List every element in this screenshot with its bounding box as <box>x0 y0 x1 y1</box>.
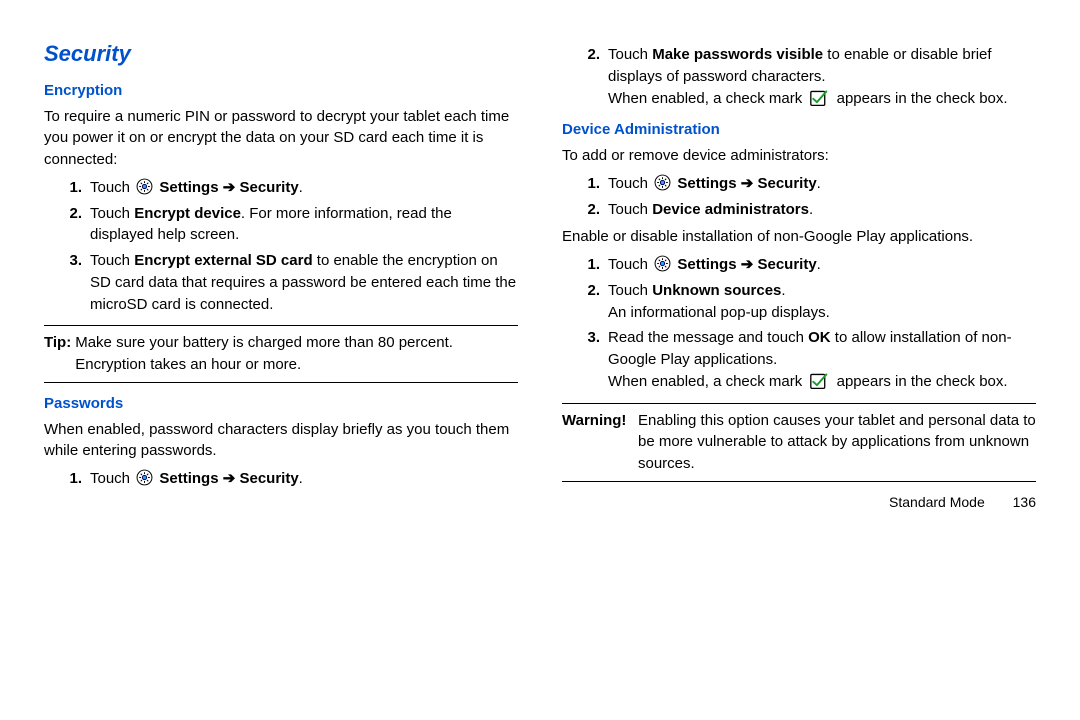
warning-box: Warning! Enabling this option causes you… <box>562 403 1036 482</box>
step-body: Touch Encrypt device. For more informati… <box>90 203 518 247</box>
device-admin-heading: Device Administration <box>562 119 1036 141</box>
encryption-steps: 1. Touch Settings ➔ Security. 2. Touch E… <box>44 177 518 316</box>
devadmin-intro2: Enable or disable installation of non-Go… <box>562 226 1036 248</box>
step-number: 1. <box>44 177 90 199</box>
step-number: 3. <box>44 250 90 315</box>
step-body: Touch Unknown sources. An informational … <box>608 280 1036 324</box>
step-body: Touch Settings ➔ Security. <box>608 173 1036 195</box>
passwords-intro: When enabled, password characters displa… <box>44 419 518 463</box>
settings-gear-icon <box>136 469 153 486</box>
settings-gear-icon <box>654 255 671 272</box>
section-title: Security <box>44 38 518 70</box>
step-body: Touch Encrypt external SD card to enable… <box>90 250 518 315</box>
step-number: 2. <box>562 280 608 324</box>
page-number: 136 <box>1013 494 1036 510</box>
step-number: 1. <box>562 173 608 195</box>
settings-gear-icon <box>136 178 153 195</box>
tip-label: Tip: <box>44 332 75 376</box>
devadmin-intro: To add or remove device administrators: <box>562 145 1036 167</box>
step-body: Touch Make passwords visible to enable o… <box>608 44 1036 109</box>
checkmark-icon <box>809 89 829 107</box>
step-number: 1. <box>44 468 90 490</box>
encryption-intro: To require a numeric PIN or password to … <box>44 106 518 171</box>
tip-text: Make sure your battery is charged more t… <box>75 332 518 376</box>
devadmin-steps-b: 1. Touch Settings ➔ Security. 2. Touch U… <box>562 254 1036 393</box>
step-number: 1. <box>562 254 608 276</box>
checkmark-icon <box>809 372 829 390</box>
step-body: Read the message and touch OK to allow i… <box>608 327 1036 392</box>
step-body: Touch Settings ➔ Security. <box>90 468 518 490</box>
warning-label: Warning! <box>562 410 638 475</box>
left-column: Security Encryption To require a numeric… <box>44 38 518 700</box>
passwords-heading: Passwords <box>44 393 518 415</box>
tip-box: Tip: Make sure your battery is charged m… <box>44 325 518 383</box>
footer-mode: Standard Mode <box>889 494 985 510</box>
step-number: 2. <box>562 199 608 221</box>
encryption-heading: Encryption <box>44 80 518 102</box>
step-body: Touch Settings ➔ Security. <box>90 177 518 199</box>
devadmin-steps-a: 1. Touch Settings ➔ Security. 2. Touch D… <box>562 173 1036 221</box>
page-footer: Standard Mode 136 <box>562 492 1036 512</box>
step-body: Touch Settings ➔ Security. <box>608 254 1036 276</box>
step-number: 2. <box>44 203 90 247</box>
passwords-steps: 1. Touch Settings ➔ Security. <box>44 468 518 490</box>
passwords-steps-cont: 2. Touch Make passwords visible to enabl… <box>562 44 1036 109</box>
warning-text: Enabling this option causes your tablet … <box>638 410 1036 475</box>
step-body: Touch Device administrators. <box>608 199 1036 221</box>
step-number: 2. <box>562 44 608 109</box>
step-number: 3. <box>562 327 608 392</box>
right-column: 2. Touch Make passwords visible to enabl… <box>562 38 1036 700</box>
settings-gear-icon <box>654 174 671 191</box>
